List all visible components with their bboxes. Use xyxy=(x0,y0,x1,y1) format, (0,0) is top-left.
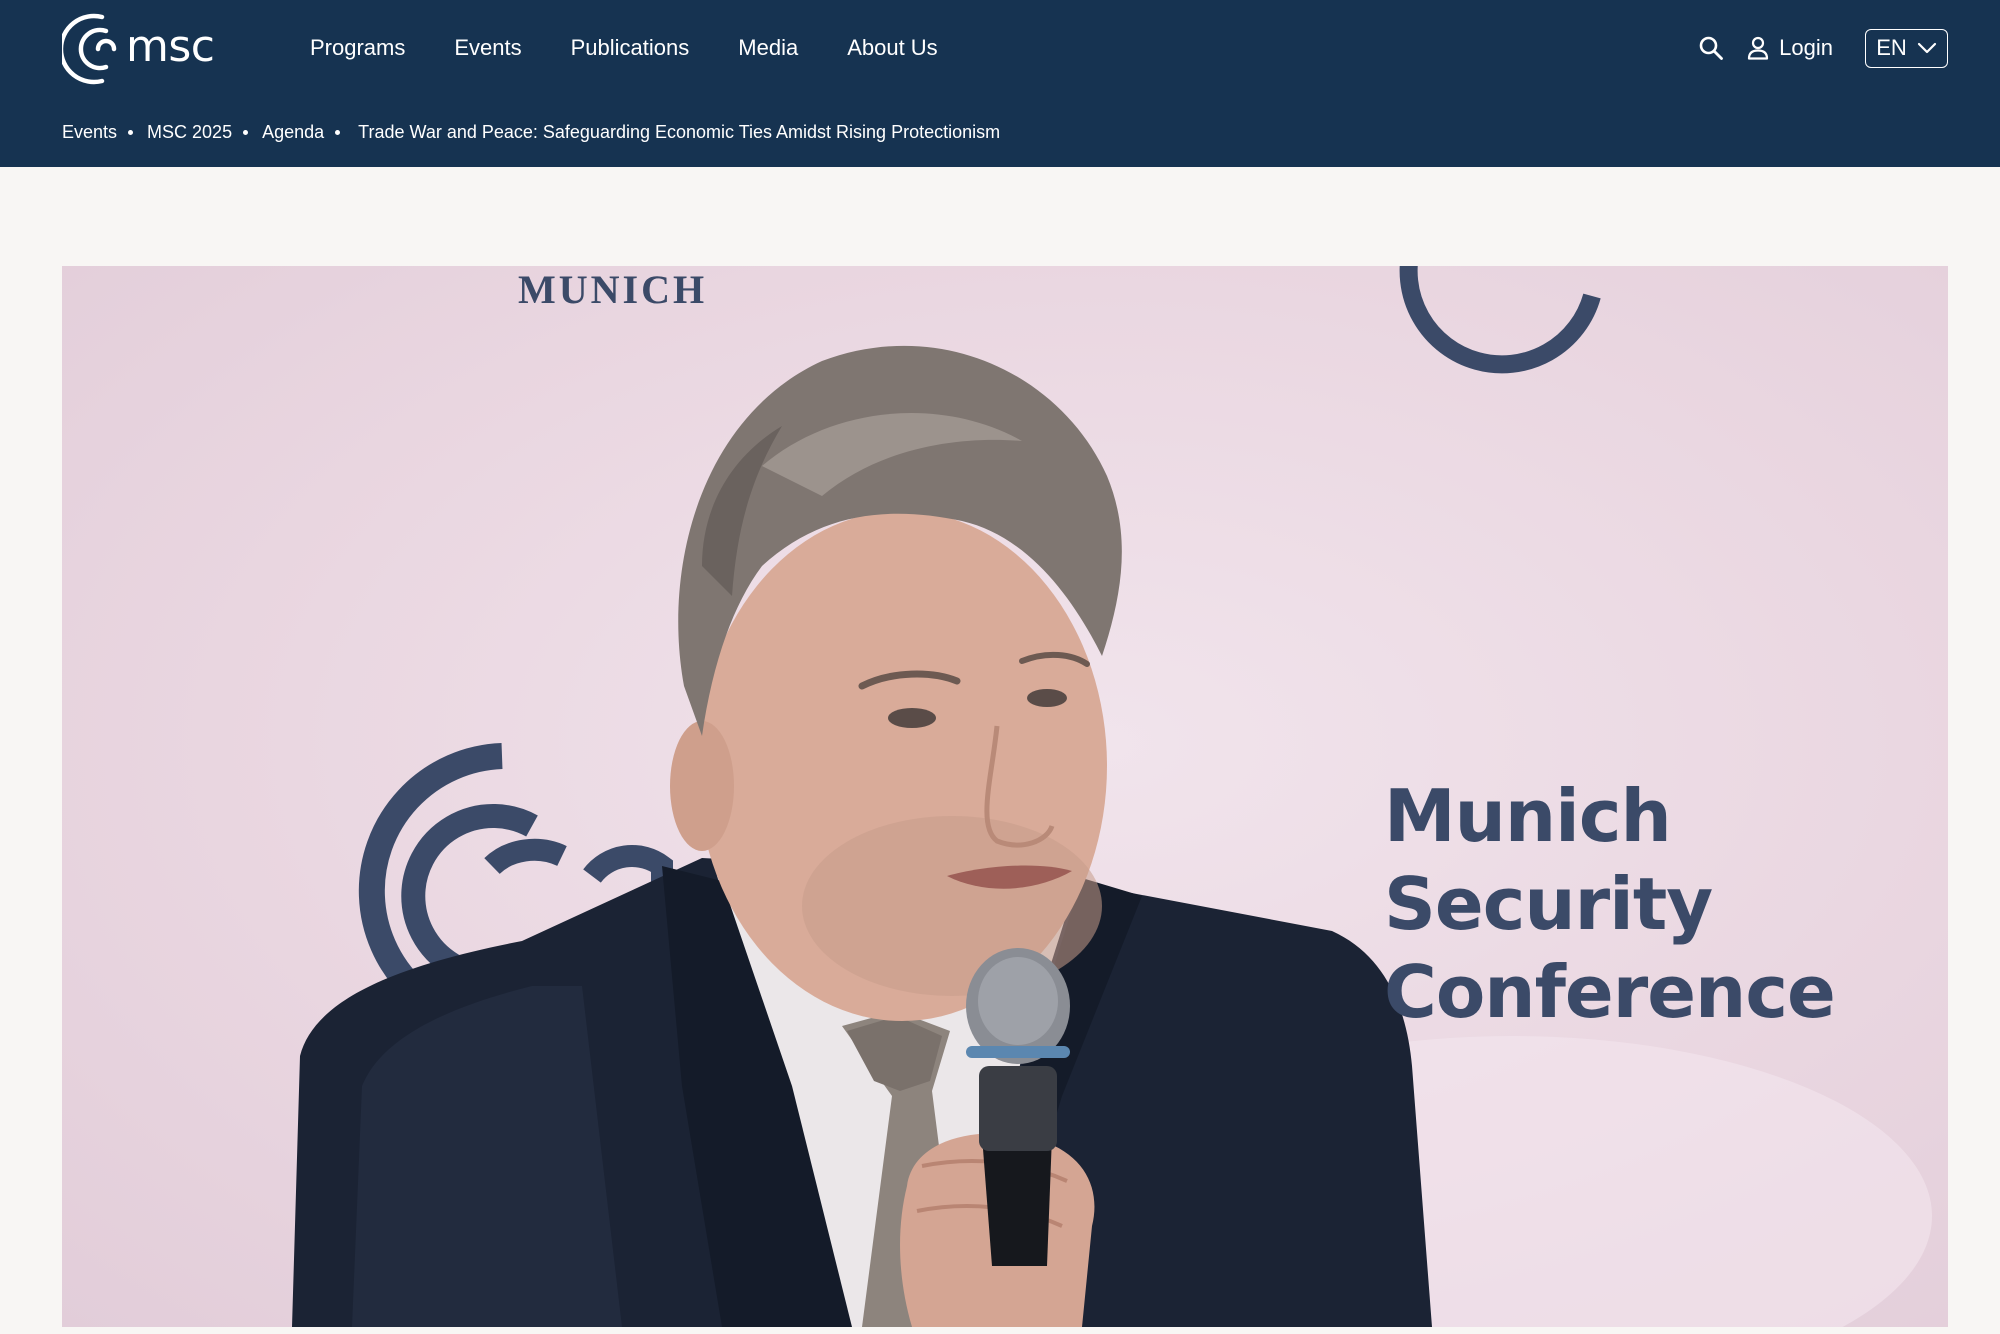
logo-text: msc xyxy=(126,20,215,72)
user-icon xyxy=(1748,36,1769,60)
login-label: Login xyxy=(1779,35,1833,60)
language-label: EN xyxy=(1876,35,1907,60)
nav-programs[interactable]: Programs xyxy=(310,28,405,68)
breadcrumb-separator xyxy=(128,130,134,135)
backdrop-line-1: Munich Security xyxy=(1384,774,1713,946)
backdrop-conference-text: Munich Security Conference xyxy=(1384,772,1948,1036)
msc-logo-icon xyxy=(62,13,117,85)
msc-logo[interactable]: msc xyxy=(62,11,215,87)
breadcrumb-separator xyxy=(335,130,341,135)
search-icon xyxy=(1699,36,1724,60)
header-tools: Login EN xyxy=(1691,28,1948,68)
chevron-down-icon xyxy=(1917,42,1936,54)
language-selector[interactable]: EN xyxy=(1865,28,1948,68)
hero-image: MUNICH Munich Security Conference xyxy=(62,266,1948,1327)
breadcrumb-separator xyxy=(243,130,249,135)
nav-publications[interactable]: Publications xyxy=(571,28,690,68)
login-link[interactable]: Login xyxy=(1747,28,1833,68)
breadcrumb: Events MSC 2025 Agenda Trade War and Pea… xyxy=(62,122,1000,143)
backdrop-line-2: Conference xyxy=(1384,950,1836,1034)
search-button[interactable] xyxy=(1691,28,1731,68)
backdrop-munich-text: MUNICH xyxy=(518,267,708,312)
breadcrumb-agenda[interactable]: Agenda xyxy=(262,122,324,143)
breadcrumb-current: Trade War and Peace: Safeguarding Econom… xyxy=(358,122,1001,142)
main-nav: Programs Events Publications Media About… xyxy=(310,28,938,68)
nav-about-us[interactable]: About Us xyxy=(847,28,938,68)
nav-events[interactable]: Events xyxy=(454,28,521,68)
breadcrumb-events[interactable]: Events xyxy=(62,122,117,143)
nav-media[interactable]: Media xyxy=(738,28,798,68)
breadcrumb-msc-2025[interactable]: MSC 2025 xyxy=(147,122,232,143)
site-header: msc Programs Events Publications Media A… xyxy=(0,0,2000,167)
